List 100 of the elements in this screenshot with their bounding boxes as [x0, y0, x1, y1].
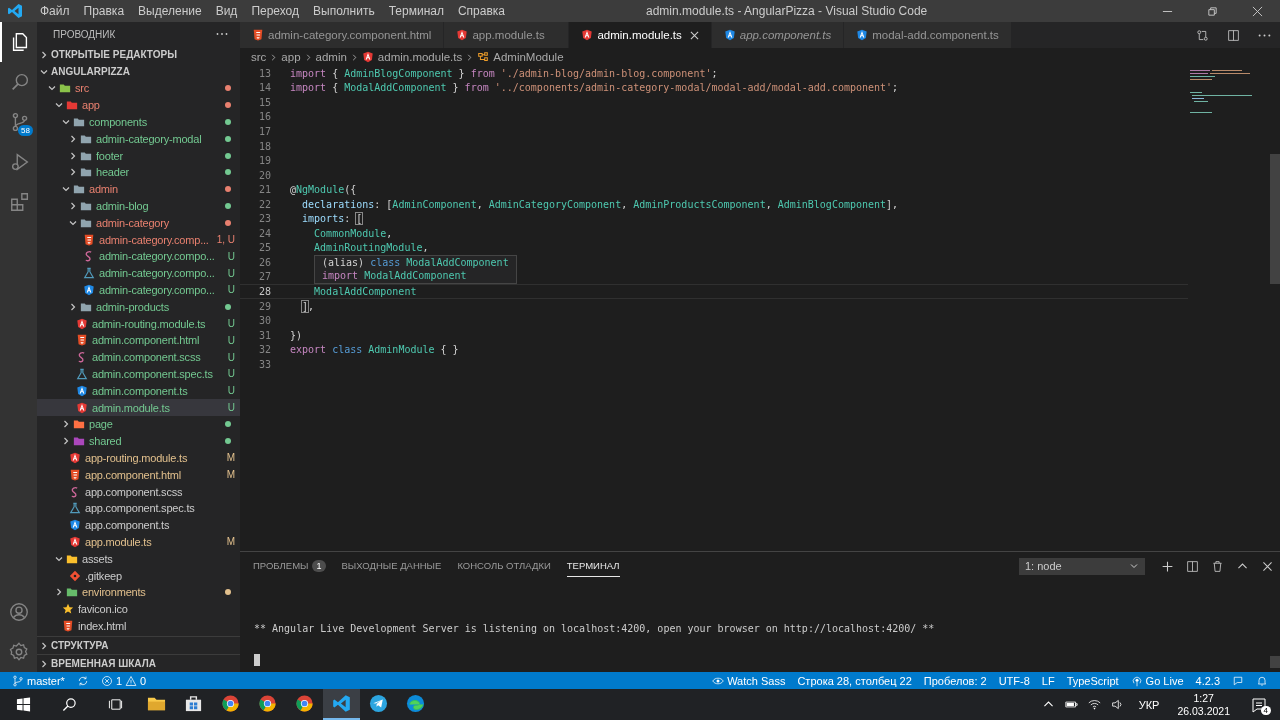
plus-icon[interactable]: [1161, 559, 1174, 573]
status-item[interactable]: 4.2.3: [1195, 674, 1220, 687]
split-editor-icon[interactable]: [1227, 28, 1240, 42]
tree-item[interactable]: footer: [37, 147, 240, 164]
tree-item[interactable]: favicon.ico: [37, 600, 240, 618]
editor-tab[interactable]: modal-add.component.ts: [844, 22, 1012, 48]
tree-item[interactable]: admin-category.compo... U: [37, 264, 240, 282]
editor-tab[interactable]: app.module.ts: [444, 22, 570, 48]
breadcrumb-item[interactable]: src: [251, 51, 267, 63]
tree-item[interactable]: admin-category.comp... 1, U: [37, 231, 240, 248]
chevron-right-icon[interactable]: [39, 658, 49, 669]
chevron-right-icon[interactable]: [68, 167, 78, 178]
activity-tab[interactable]: 58: [0, 102, 37, 142]
trash-icon[interactable]: [1211, 559, 1224, 573]
chevron-right-icon[interactable]: [61, 419, 71, 430]
chevron-right-icon[interactable]: [68, 133, 78, 144]
section-header[interactable]: ANGULARPIZZA: [37, 63, 240, 80]
tree-item[interactable]: app.component.ts: [37, 516, 240, 534]
editor-tab[interactable]: app.component.ts: [711, 22, 845, 48]
tree-item[interactable]: admin.component.ts U: [37, 382, 240, 400]
status-item[interactable]: UTF-8: [998, 674, 1030, 687]
problems-indicator[interactable]: 1 0: [100, 674, 147, 687]
tree-item[interactable]: app.component.spec.ts: [37, 499, 240, 517]
tree-item[interactable]: admin.component.html U: [37, 331, 240, 349]
chevron-right-icon[interactable]: [39, 49, 49, 60]
tree-item[interactable]: .gitkeep: [37, 567, 240, 584]
tree-item[interactable]: admin.component.spec.ts U: [37, 365, 240, 383]
chevron-right-icon[interactable]: [39, 640, 49, 651]
tree-item[interactable]: src: [37, 80, 240, 97]
start-icon[interactable]: [16, 697, 31, 712]
tree-item[interactable]: admin.component.scss U: [37, 348, 240, 366]
tree-item[interactable]: app.module.ts M: [37, 533, 240, 551]
menu-item[interactable]: Файл: [33, 4, 77, 18]
scrollbar-thumb[interactable]: [1270, 656, 1280, 668]
panel-tab[interactable]: ТЕРМИНАЛ: [566, 555, 620, 577]
panel-tab[interactable]: КОНСОЛЬ ОТЛАДКИ: [457, 555, 551, 577]
chevron-right-icon[interactable]: [54, 587, 64, 598]
editor-tab[interactable]: admin.module.ts: [569, 22, 712, 48]
section-header[interactable]: СТРУКТУРА: [37, 636, 240, 654]
status-item[interactable]: TypeScript: [1066, 674, 1119, 687]
go-live-button[interactable]: Go Live: [1130, 674, 1184, 687]
compare-icon[interactable]: [1196, 28, 1209, 42]
settings-icon[interactable]: [7, 641, 30, 663]
split-terminal-icon[interactable]: [1186, 559, 1199, 573]
close-icon[interactable]: [689, 30, 699, 40]
clock[interactable]: 1:27 26.03.2021: [1177, 691, 1230, 718]
chevron-down-icon[interactable]: [61, 117, 71, 127]
chevron-right-icon[interactable]: [68, 150, 78, 161]
terminal-dropdown[interactable]: 1: node: [1019, 557, 1145, 575]
tree-item[interactable]: environments: [37, 583, 240, 601]
tree-item[interactable]: header: [37, 164, 240, 181]
menu-item[interactable]: Выполнить: [306, 4, 382, 18]
menu-item[interactable]: Справка: [450, 4, 512, 18]
breadcrumb-item[interactable]: app: [281, 51, 301, 63]
status-item[interactable]: Строка 28, столбец 22: [797, 674, 912, 687]
tree-item[interactable]: admin-category: [37, 214, 240, 232]
tree-item[interactable]: app.component.scss: [37, 483, 240, 500]
tree-item[interactable]: admin-products: [37, 298, 240, 316]
menu-item[interactable]: Переход: [244, 4, 307, 18]
tree-item[interactable]: admin-routing.module.ts U: [37, 315, 240, 332]
volume-icon[interactable]: [1110, 698, 1124, 711]
feedback-icon[interactable]: [1232, 674, 1244, 687]
tree-item[interactable]: admin-blog: [37, 197, 240, 215]
panel-tab[interactable]: ВЫХОДНЫЕ ДАННЫЕ: [341, 555, 442, 577]
wifi-icon[interactable]: [1087, 698, 1101, 711]
editor-tab[interactable]: admin-category.component.html: [240, 22, 445, 48]
battery-icon[interactable]: [1064, 698, 1078, 711]
tree-item[interactable]: assets: [37, 550, 240, 568]
tree-item[interactable]: index.html: [37, 617, 240, 635]
tree-item[interactable]: app-routing.module.ts M: [37, 449, 240, 467]
branch-indicator[interactable]: master*: [12, 674, 65, 687]
tree-item[interactable]: app: [37, 96, 240, 114]
watch-sass-button[interactable]: Watch Sass: [712, 674, 786, 687]
menu-item[interactable]: Выделение: [131, 4, 209, 18]
tree-item[interactable]: admin-category.compo... U: [37, 247, 240, 265]
close-icon[interactable]: [1261, 559, 1274, 573]
menu-item[interactable]: Вид: [208, 4, 245, 18]
breadcrumb-item[interactable]: AdminModule: [493, 51, 564, 63]
menu-item[interactable]: Правка: [76, 4, 132, 18]
notification-button[interactable]: 4: [1244, 689, 1274, 720]
chevron-right-icon[interactable]: [68, 301, 78, 312]
language-indicator[interactable]: УКР: [1138, 698, 1160, 711]
tree-item[interactable]: page: [37, 415, 240, 433]
more-icon[interactable]: [216, 32, 228, 36]
breadcrumb-item[interactable]: admin.module.ts: [377, 51, 463, 63]
status-item[interactable]: Пробелов: 2: [923, 674, 987, 687]
task-view-icon[interactable]: [108, 697, 123, 712]
account-icon[interactable]: [7, 601, 30, 623]
tree-item[interactable]: admin: [37, 180, 240, 198]
sync-icon[interactable]: [76, 674, 89, 687]
tree-item[interactable]: admin.module.ts U: [37, 399, 240, 416]
bell-icon[interactable]: [1256, 674, 1268, 687]
menu-item[interactable]: Терминал: [381, 4, 451, 18]
scrollbar-thumb[interactable]: [1270, 154, 1280, 284]
chevron-right-icon[interactable]: [61, 436, 71, 447]
tree-item[interactable]: shared: [37, 432, 240, 450]
search-icon[interactable]: [62, 697, 77, 712]
tree-item[interactable]: admin-category.compo... U: [37, 281, 240, 299]
tree-item[interactable]: app.component.html M: [37, 466, 240, 484]
tree-item[interactable]: admin-category-modal: [37, 130, 240, 148]
